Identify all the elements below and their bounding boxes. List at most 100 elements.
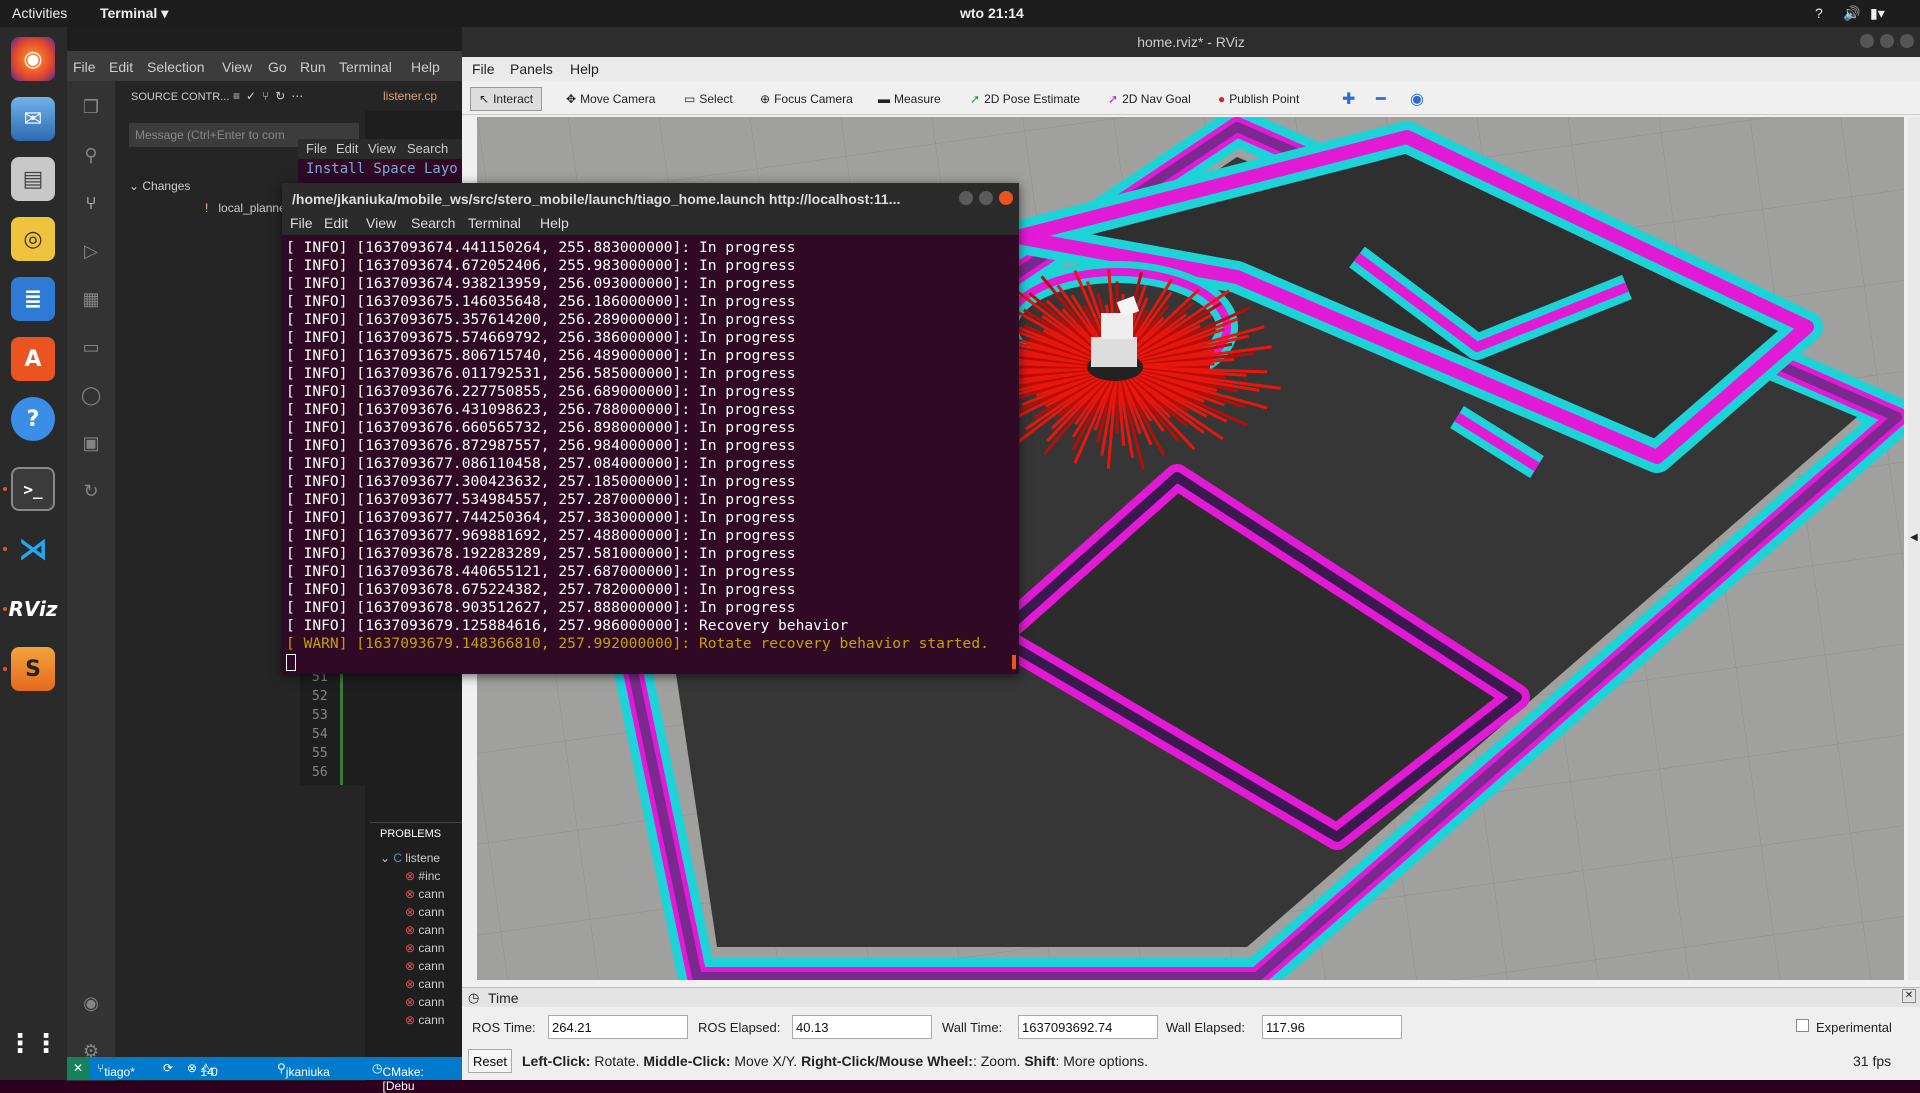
add-tool-icon[interactable]: ✚ bbox=[1342, 87, 1355, 111]
rviz-menu-panels[interactable]: Panels bbox=[510, 61, 553, 77]
vs-menu-view[interactable]: View bbox=[222, 59, 252, 75]
problem-item[interactable]: ⊗ cann bbox=[405, 941, 444, 955]
close-panel-icon[interactable]: ✕ bbox=[1902, 989, 1916, 1003]
pose-estimate-tool[interactable]: ➚ 2D Pose Estimate bbox=[970, 87, 1080, 111]
error-icon: ⊗ bbox=[405, 905, 419, 919]
eye-icon[interactable]: ◉ bbox=[1410, 87, 1424, 111]
sc-actions[interactable]: ≡✓⑂↻⋯ bbox=[233, 89, 309, 103]
branch-status[interactable]: ⑂ tiago* bbox=[97, 1061, 135, 1079]
problem-file[interactable]: ⌄ C listene bbox=[380, 851, 440, 865]
problem-item[interactable]: ⊗ cann bbox=[405, 1013, 444, 1027]
ros-elapsed-field[interactable] bbox=[792, 1015, 932, 1039]
rviz-icon[interactable]: RViz bbox=[8, 587, 57, 631]
writer-icon[interactable]: ≣ bbox=[11, 277, 55, 321]
line-number: 56 bbox=[312, 765, 328, 780]
help-icon[interactable]: ? bbox=[11, 397, 55, 441]
terminal-close-button[interactable] bbox=[999, 191, 1013, 205]
terminal-maximize-button[interactable] bbox=[979, 191, 993, 205]
thunderbird-icon[interactable]: ✉ bbox=[11, 97, 55, 141]
remote-icon[interactable]: ✕ bbox=[67, 1057, 89, 1080]
battery-icon[interactable]: ▮▾ bbox=[1870, 5, 1885, 22]
vs-menu-terminal[interactable]: Terminal bbox=[339, 59, 392, 75]
term-menu-help[interactable]: Help bbox=[540, 215, 569, 231]
run-debug-icon[interactable]: ▷ bbox=[81, 241, 101, 261]
remove-tool-icon[interactable]: ━ bbox=[1376, 87, 1386, 111]
share-icon[interactable]: ↻ bbox=[81, 481, 101, 501]
terminal-output[interactable]: [ INFO] [1637093674.441150264, 255.88300… bbox=[286, 239, 1016, 653]
wall-elapsed-field[interactable] bbox=[1262, 1015, 1402, 1039]
editor-tab[interactable]: listener.cp bbox=[383, 89, 437, 103]
clock[interactable]: wto 21:14 bbox=[960, 5, 1024, 21]
files-icon[interactable]: ▤ bbox=[11, 157, 55, 201]
extensions-icon[interactable]: ▦ bbox=[81, 289, 101, 309]
term-menu-search[interactable]: Search bbox=[411, 215, 455, 231]
move-camera-tool[interactable]: ✥ Move Camera bbox=[566, 87, 655, 111]
terminal-icon[interactable]: >_ bbox=[11, 467, 55, 511]
wall-time-field[interactable] bbox=[1018, 1015, 1158, 1039]
problems-status[interactable]: ⊗ 14 ⚠ 0 bbox=[187, 1061, 218, 1079]
problem-item[interactable]: ⊗ cann bbox=[405, 995, 444, 1009]
vs-menu-file[interactable]: File bbox=[73, 59, 96, 75]
terminal-minimize-button[interactable] bbox=[959, 191, 973, 205]
side-collapse[interactable]: ◀ bbox=[1908, 117, 1920, 980]
select-box-icon: ▭ bbox=[684, 92, 696, 106]
reset-button[interactable]: Reset bbox=[468, 1049, 512, 1073]
rviz-minimize-button[interactable] bbox=[1860, 34, 1874, 48]
measure-tool[interactable]: ▬ Measure bbox=[878, 87, 941, 111]
term-menu-edit[interactable]: Edit bbox=[324, 215, 348, 231]
select-tool[interactable]: ▭ Select bbox=[684, 87, 733, 111]
problem-item[interactable]: ⊗ cann bbox=[405, 923, 444, 937]
rhythmbox-icon[interactable]: ◎ bbox=[11, 217, 55, 261]
user-status[interactable]: ⚲ jkaniuka bbox=[277, 1061, 330, 1079]
volume-icon[interactable]: 🔊 bbox=[1843, 5, 1860, 22]
interact-tool[interactable]: ↖ Interact bbox=[470, 87, 543, 111]
bg-terminal-text: Install Space Layo bbox=[306, 161, 458, 177]
term-menu-file[interactable]: File bbox=[290, 215, 313, 231]
problem-item[interactable]: ⊗ cann bbox=[405, 887, 444, 901]
search-icon[interactable]: ⚲ bbox=[81, 145, 101, 165]
sync-icon[interactable]: ⟳ bbox=[163, 1061, 173, 1075]
time-panel: ◷ Time ✕ ROS Time: ROS Elapsed: Wall Tim… bbox=[462, 987, 1920, 1080]
firefox-icon[interactable]: ◉ bbox=[11, 37, 55, 81]
vs-menu-selection[interactable]: Selection bbox=[147, 59, 205, 75]
focus-camera-tool[interactable]: ⊕ Focus Camera bbox=[760, 87, 853, 111]
problem-item[interactable]: ⊗ cann bbox=[405, 959, 444, 973]
ros-elapsed-label: ROS Elapsed: bbox=[698, 1020, 781, 1035]
term-menu-terminal[interactable]: Terminal bbox=[468, 215, 521, 231]
problem-item[interactable]: ⊗ cann bbox=[405, 905, 444, 919]
problems-tab[interactable]: PROBLEMS bbox=[380, 828, 441, 840]
publish-point-tool[interactable]: ● Publish Point bbox=[1218, 87, 1299, 111]
vs-menu-help[interactable]: Help bbox=[411, 59, 440, 75]
explorer-icon[interactable]: ❐ bbox=[81, 97, 101, 117]
vs-menu-run[interactable]: Run bbox=[300, 59, 326, 75]
problem-item[interactable]: ⊗ #inc bbox=[405, 869, 440, 883]
help-icon[interactable]: ? bbox=[1815, 5, 1823, 21]
rviz-menu-help[interactable]: Help bbox=[570, 61, 599, 77]
terminal-window: /home/jkaniuka/mobile_ws/src/stero_mobil… bbox=[282, 183, 1019, 674]
vs-menu-go[interactable]: Go bbox=[268, 59, 287, 75]
remote-explorer-icon[interactable]: ▭ bbox=[81, 337, 101, 357]
problem-item[interactable]: ⊗ cann bbox=[405, 977, 444, 991]
apps-grid-icon[interactable]: ⋮⋮ bbox=[7, 1022, 59, 1066]
vscode-icon[interactable]: ⋊ bbox=[11, 527, 55, 571]
vs-menu-edit[interactable]: Edit bbox=[109, 59, 133, 75]
sublime-icon[interactable]: S bbox=[11, 647, 55, 691]
ros-time-field[interactable] bbox=[548, 1015, 688, 1039]
changes-header[interactable]: ⌄ Changes bbox=[129, 179, 190, 193]
rviz-toolbar: ↖ Interact ✥ Move Camera ▭ Select ⊕ Focus Ca… bbox=[462, 81, 1920, 115]
panel-icon[interactable]: ▣ bbox=[81, 433, 101, 453]
rviz-menu-file[interactable]: File bbox=[472, 61, 495, 77]
app-menu[interactable]: Terminal ▾ bbox=[100, 5, 168, 22]
activities-button[interactable]: Activities bbox=[12, 5, 67, 21]
nav-goal-tool[interactable]: ➚ 2D Nav Goal bbox=[1108, 87, 1191, 111]
source-control-icon[interactable]: ⑂ bbox=[81, 193, 101, 213]
cmake-status[interactable]: ◷ CMake: [Debu bbox=[372, 1061, 424, 1093]
software-icon[interactable]: A bbox=[11, 337, 55, 381]
experimental-checkbox[interactable] bbox=[1796, 1019, 1809, 1032]
account-icon[interactable]: ◉ bbox=[81, 993, 101, 1013]
github-icon[interactable]: ◯ bbox=[81, 385, 101, 405]
terminal-scrollbar[interactable] bbox=[1012, 655, 1016, 669]
rviz-maximize-button[interactable] bbox=[1880, 34, 1894, 48]
rviz-close-button[interactable] bbox=[1900, 34, 1914, 48]
term-menu-view[interactable]: View bbox=[366, 215, 396, 231]
